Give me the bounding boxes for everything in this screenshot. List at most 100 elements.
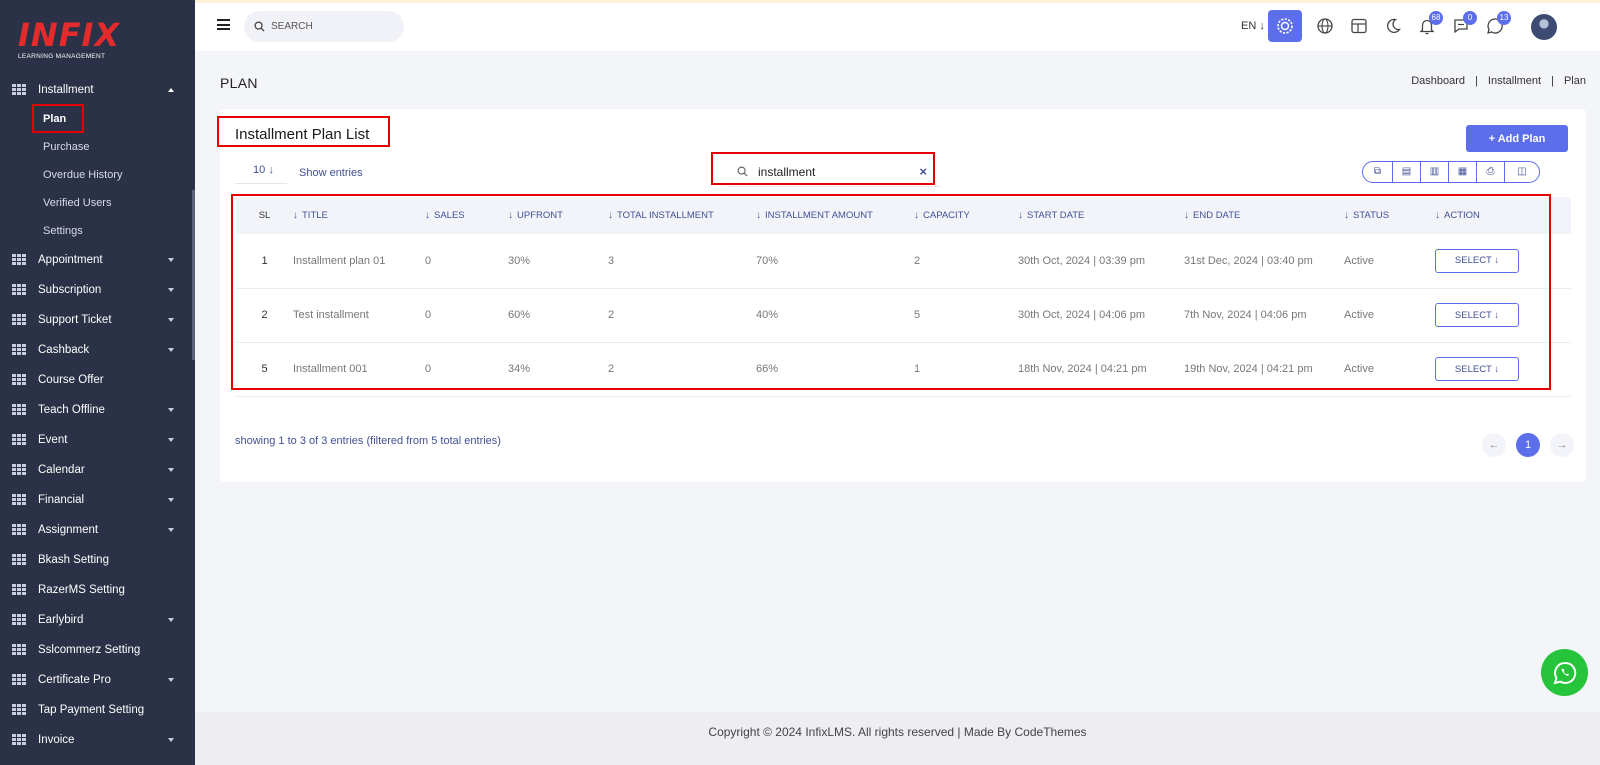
caret-down-icon [168, 408, 174, 412]
highlight-box-filter [711, 152, 935, 185]
logo[interactable]: INFIX LEARNING MANAGEMENT [18, 18, 119, 60]
sidebar-item-tap-payment-setting[interactable]: Tap Payment Setting [0, 695, 192, 725]
moon-icon[interactable] [1383, 17, 1403, 37]
grid-icon [12, 254, 26, 266]
grid-icon [12, 404, 26, 416]
sidebar-item-label: Teach Offline [38, 404, 105, 416]
notification-badge: 68 [1429, 11, 1443, 25]
sidebar-item-certificate-pro[interactable]: Certificate Pro [0, 665, 192, 695]
sidebar-item-appointment[interactable]: Appointment [0, 245, 192, 275]
pagination: ← 1 → [1482, 433, 1574, 457]
grid-icon [12, 494, 26, 506]
sidebar-item-calendar[interactable]: Calendar [0, 455, 192, 485]
add-plan-button[interactable]: + Add Plan [1466, 125, 1568, 152]
caret-down-icon [168, 468, 174, 472]
search-icon [254, 21, 265, 32]
excel-icon[interactable]: ▥ [1421, 162, 1449, 182]
grid-icon [12, 674, 26, 686]
sidebar-subitem-verified-users[interactable]: Verified Users [0, 189, 192, 217]
message-badge: 0 [1463, 11, 1477, 25]
sidebar-subitem-settings[interactable]: Settings [0, 217, 192, 245]
sidebar-scrollbar[interactable] [192, 190, 195, 360]
globe-icon[interactable] [1315, 17, 1335, 37]
grid-icon [12, 554, 26, 566]
sidebar-menu: Installment Plan Purchase Overdue History Ve… [0, 75, 192, 755]
sidebar-item-label: Sslcommerz Setting [38, 644, 141, 656]
search-input[interactable] [271, 21, 391, 32]
export-buttons: ⧉ ▤ ▥ ▦ ⎙ ◫ [1362, 161, 1540, 183]
sidebar-item-assignment[interactable]: Assignment [0, 515, 192, 545]
highlight-box-plan [32, 104, 84, 133]
hamburger-menu-icon[interactable] [217, 19, 230, 30]
print-icon[interactable]: ⎙ [1477, 162, 1505, 182]
page-title: PLAN [220, 75, 258, 91]
sidebar-item-label: Assignment [38, 524, 99, 536]
whatsapp-badge: 13 [1497, 11, 1511, 25]
sidebar-item-support-ticket[interactable]: Support Ticket [0, 305, 192, 335]
copy-icon[interactable]: ⧉ [1363, 162, 1393, 182]
sidebar-item-invoice[interactable]: Invoice [0, 725, 192, 755]
grid-icon [12, 584, 26, 596]
sidebar-item-label: Subscription [38, 284, 102, 296]
csv-icon[interactable]: ▤ [1393, 162, 1421, 182]
sidebar-item-label: Appointment [38, 254, 103, 266]
plus-icon: + [1488, 132, 1498, 145]
sidebar-item-sslcommerz-setting[interactable]: Sslcommerz Setting [0, 635, 192, 665]
breadcrumb-installment[interactable]: Installment [1488, 75, 1541, 87]
caret-down-icon [168, 288, 174, 292]
grid-icon [12, 704, 26, 716]
gear-icon [1277, 18, 1293, 34]
page-1-button[interactable]: 1 [1516, 433, 1540, 457]
sidebar-item-label: Support Ticket [38, 314, 112, 326]
language-select[interactable]: EN ↓ [1241, 20, 1265, 32]
caret-down-icon [168, 498, 174, 502]
prev-page-icon[interactable]: ← [1482, 433, 1506, 457]
sidebar-item-label: Invoice [38, 734, 75, 746]
grid-icon [12, 314, 26, 326]
whatsapp-chat-button[interactable] [1541, 649, 1588, 696]
sidebar-item-label: Financial [38, 494, 85, 506]
sidebar-item-earlybird[interactable]: Earlybird [0, 605, 192, 635]
breadcrumb-dashboard[interactable]: Dashboard [1411, 75, 1465, 87]
caret-down-icon [168, 438, 174, 442]
arrow-down-icon: ↓ [268, 164, 274, 176]
breadcrumb: Dashboard | Installment | Plan [1411, 75, 1586, 87]
settings-button[interactable] [1268, 10, 1302, 42]
sidebar-subitem-overdue-history[interactable]: Overdue History [0, 161, 192, 189]
sidebar-item-financial[interactable]: Financial [0, 485, 192, 515]
whatsapp-header-icon[interactable]: 13 [1485, 11, 1511, 37]
sidebar: INFIX LEARNING MANAGEMENT Installment Pla… [0, 0, 195, 765]
message-icon[interactable]: 0 [1451, 11, 1477, 37]
caret-down-icon [168, 618, 174, 622]
sidebar-item-label: Bkash Setting [38, 554, 109, 566]
highlight-box-table [231, 194, 1551, 390]
sidebar-item-label: Course Offer [38, 374, 104, 386]
grid-icon [12, 344, 26, 356]
breadcrumb-plan: Plan [1563, 75, 1586, 87]
sidebar-subitem-purchase[interactable]: Purchase [0, 133, 192, 161]
sidebar-item-installment[interactable]: Installment [0, 75, 192, 105]
sidebar-item-label: Installment [38, 84, 94, 96]
sidebar-item-razerms-setting[interactable]: RazerMS Setting [0, 575, 192, 605]
layout-icon[interactable] [1349, 17, 1369, 37]
columns-icon[interactable]: ◫ [1505, 162, 1539, 182]
sidebar-item-label: Cashback [38, 344, 90, 356]
pdf-icon[interactable]: ▦ [1449, 162, 1477, 182]
arrow-down-icon: ↓ [1259, 20, 1265, 32]
highlight-box-title [217, 116, 390, 147]
next-page-icon[interactable]: → [1550, 433, 1574, 457]
sidebar-item-cashback[interactable]: Cashback [0, 335, 192, 365]
sidebar-item-event[interactable]: Event [0, 425, 192, 455]
sidebar-item-subscription[interactable]: Subscription [0, 275, 192, 305]
caret-down-icon [168, 318, 174, 322]
bell-icon[interactable]: 68 [1417, 11, 1443, 37]
sidebar-item-bkash-setting[interactable]: Bkash Setting [0, 545, 192, 575]
sidebar-item-teach-offline[interactable]: Teach Offline [0, 395, 192, 425]
grid-icon [12, 434, 26, 446]
sidebar-subitem-plan[interactable]: Plan [0, 104, 192, 133]
grid-icon [12, 734, 26, 746]
page-length-select[interactable]: 10 ↓ [235, 158, 287, 184]
grid-icon [12, 284, 26, 296]
user-avatar[interactable] [1531, 14, 1557, 40]
sidebar-item-course-offer[interactable]: Course Offer [0, 365, 192, 395]
